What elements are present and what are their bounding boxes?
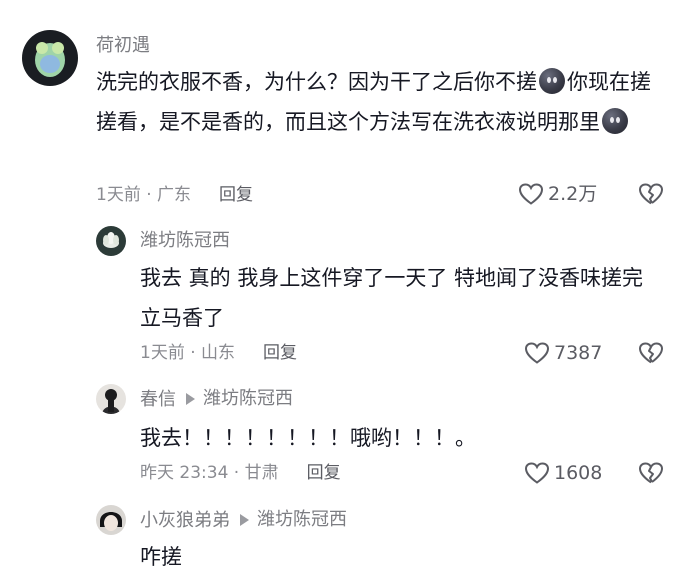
like-button[interactable]: 7387 bbox=[524, 341, 602, 365]
like-count: 2.2万 bbox=[548, 183, 598, 205]
heart-outline-icon bbox=[524, 342, 550, 364]
reply-to-name[interactable]: 潍坊陈冠西 bbox=[257, 508, 347, 532]
like-button[interactable]: 2.2万 bbox=[518, 182, 597, 206]
like-count: 7387 bbox=[554, 342, 603, 364]
reply-button[interactable]: 回复 bbox=[219, 185, 253, 205]
comment-author: 小灰狼弟弟 潍坊陈冠西 bbox=[140, 508, 347, 533]
broken-heart-icon bbox=[639, 183, 663, 205]
comment-text: 我去！！！！！！！！哦哟！！！。 bbox=[140, 426, 476, 450]
dark-face-emoji-icon bbox=[602, 108, 628, 134]
time-location: 昨天 23:34 · 甘肃 bbox=[140, 463, 279, 483]
comment-text: 咋搓 bbox=[140, 545, 182, 569]
heart-outline-icon bbox=[518, 183, 544, 205]
triangle-right-icon bbox=[240, 514, 249, 526]
comment-text-part: 洗完的衣服不香，为什么？因为干了之后你不搓 bbox=[96, 70, 537, 94]
dislike-button[interactable] bbox=[638, 461, 664, 489]
comment-meta: 1天前 · 广东 回复 bbox=[96, 183, 253, 207]
reply-to-name[interactable]: 潍坊陈冠西 bbox=[203, 387, 293, 411]
avatar[interactable] bbox=[22, 30, 78, 86]
like-count: 1608 bbox=[554, 462, 603, 484]
comment-meta: 1天前 · 山东 回复 bbox=[140, 341, 297, 365]
comment-author[interactable]: 荷初遇 bbox=[96, 34, 150, 58]
reply-button[interactable]: 回复 bbox=[263, 343, 297, 363]
avatar[interactable] bbox=[96, 226, 126, 256]
like-button[interactable]: 1608 bbox=[524, 461, 602, 485]
author-name[interactable]: 春信 bbox=[140, 389, 176, 410]
author-name[interactable]: 小灰狼弟弟 bbox=[140, 510, 230, 531]
avatar[interactable] bbox=[96, 505, 126, 535]
comment-text: 洗完的衣服不香，为什么？因为干了之后你不搓 你现在搓搓看，是不是香的，而且这个方法… bbox=[96, 62, 656, 142]
avatar[interactable] bbox=[96, 384, 126, 414]
broken-heart-icon bbox=[639, 342, 663, 364]
dislike-button[interactable] bbox=[638, 341, 664, 369]
comment-author: 春信 潍坊陈冠西 bbox=[140, 387, 293, 412]
comment-meta: 昨天 23:34 · 甘肃 回复 bbox=[140, 461, 341, 485]
time-location: 1天前 · 山东 bbox=[140, 343, 236, 363]
time-location: 1天前 · 广东 bbox=[96, 185, 192, 205]
broken-heart-icon bbox=[639, 462, 663, 484]
comment-author[interactable]: 潍坊陈冠西 bbox=[140, 229, 230, 253]
heart-outline-icon bbox=[524, 462, 550, 484]
triangle-right-icon bbox=[186, 393, 195, 405]
dark-face-emoji-icon bbox=[539, 68, 565, 94]
reply-button[interactable]: 回复 bbox=[307, 463, 341, 483]
dislike-button[interactable] bbox=[638, 182, 664, 210]
comment-text: 我去 真的 我身上这件穿了一天了 特地闻了没香味搓完立马香了 bbox=[140, 266, 644, 330]
